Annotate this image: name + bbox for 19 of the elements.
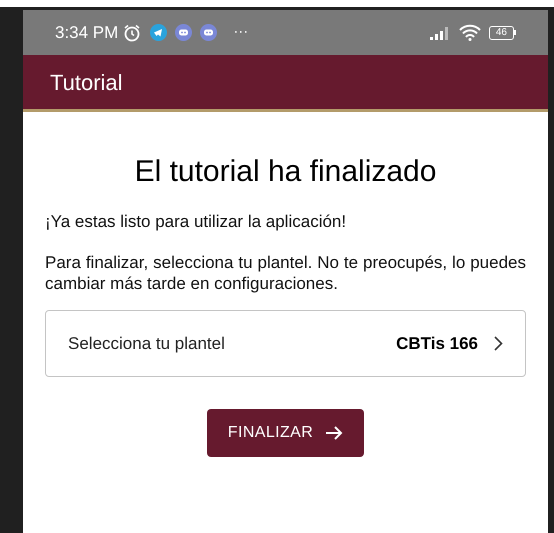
paper-plane-icon (150, 24, 168, 41)
paragraph: ¡Ya estas listo para utilizar la aplicación! (45, 211, 348, 232)
status-time: 3:34 PM (55, 22, 118, 44)
arrow-right-icon (325, 425, 344, 441)
alarm-clock-icon (122, 22, 142, 42)
school-selector[interactable]: Selecciona tu plantel CBTis 166 (45, 310, 526, 377)
game-controller-icon (175, 24, 192, 41)
game-controller-icon (200, 24, 218, 41)
battery-icon: 46 (488, 26, 516, 40)
finish-button[interactable]: FINALIZAR (206, 409, 364, 457)
selector-value: CBTis 166 (396, 332, 478, 355)
paragraph: Para finalizar, selecciona tu plantel. No te preocupés, lo puedes cambiar más tarde en configuraciones. (45, 252, 526, 294)
more-notifications: ··· (233, 22, 248, 42)
heading: El tutorial ha finalizado (134, 154, 438, 190)
signal-icon (428, 26, 451, 40)
selector-label: Selecciona tu plantel (68, 332, 225, 355)
chevron-right-icon (494, 336, 503, 351)
app-bar-title: Tutorial (50, 68, 123, 96)
wifi-icon (458, 24, 481, 41)
